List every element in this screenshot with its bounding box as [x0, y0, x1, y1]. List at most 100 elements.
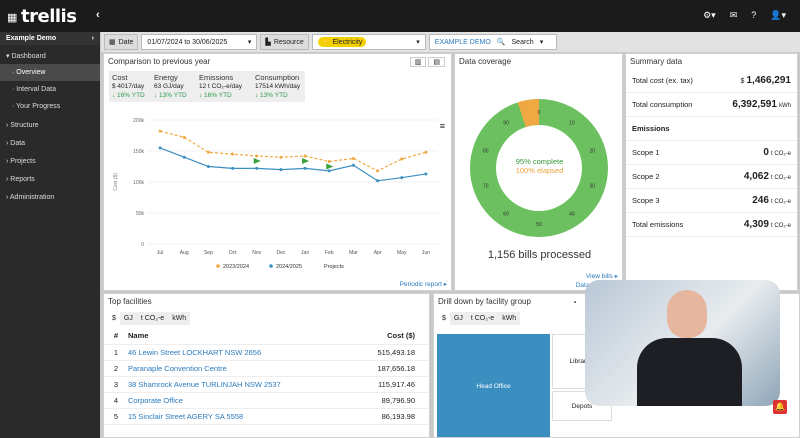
table-row: 5 15 Sinclair Street AGERY SA 5558 86,193.… — [104, 408, 429, 425]
sidebar-item-projects[interactable]: › Projects — [0, 151, 100, 169]
user-icon[interactable]: 👤▾ — [770, 10, 786, 21]
notification-bell-icon[interactable]: 🔔 — [773, 400, 787, 414]
x-tick-label: Feb — [325, 250, 334, 256]
chevron-down-icon: ▾ — [539, 39, 544, 46]
sidebar-item-dashboard[interactable]: ▾ Dashboard — [0, 45, 100, 64]
lightning-icon: ⚡ — [321, 39, 331, 46]
legend-marker — [216, 264, 220, 268]
data-point — [255, 154, 259, 158]
resource-select[interactable]: ⚡ Electricity ▾ — [311, 34, 426, 50]
sidebar-item-overview[interactable]: · Overview — [0, 64, 100, 81]
demo-search[interactable]: EXAMPLE DEMO 🔍 Search ▾ — [428, 34, 557, 50]
x-tick-label: Nov — [252, 250, 261, 256]
data-point — [303, 154, 307, 158]
data-point — [158, 129, 162, 133]
settings-icon[interactable]: ⚙▾ — [703, 10, 716, 21]
view-bills-link[interactable]: View bills ▸ — [586, 272, 618, 280]
x-tick-label: Jan — [301, 250, 309, 256]
tab-dollar[interactable]: $ — [108, 312, 120, 325]
data-point — [182, 155, 186, 159]
col-index: # — [104, 328, 128, 345]
emissions-row-scope1: Scope 10 t CO₂-e — [626, 141, 797, 165]
facilities-unit-tabs: $ GJ t CO₂-e kWh — [108, 312, 425, 325]
chart-view-icon[interactable]: ▥ — [409, 57, 427, 67]
treemap-head-office[interactable]: Head Office — [437, 334, 550, 437]
tab-kwh[interactable]: kWh — [498, 312, 521, 325]
chevron-down-icon: ▾ — [247, 39, 252, 46]
data-point — [158, 146, 162, 150]
data-point — [424, 150, 428, 154]
filter-bar: ▦ Date 01/07/2024 to 30/06/2025 ▾ ▙ Resourc… — [101, 32, 800, 52]
top-bar: ▦ trellis ‹ ⚙▾ ✉ ? 👤▾ — [0, 0, 800, 32]
metric-energy[interactable]: Energy 63 GJ/day ↓ 13% YTD — [151, 71, 196, 102]
app-logo[interactable]: trellis — [21, 6, 77, 27]
data-point — [327, 169, 331, 173]
emissions-row-scope2: Scope 2 4,062 t CO₂-e — [626, 165, 797, 189]
donut-tick-label: 0 — [538, 110, 541, 116]
tab-gj[interactable]: GJ — [449, 312, 467, 325]
presenter-body — [637, 338, 742, 406]
summary-row-cost: Total cost (ex. tax) $ 1,466,291 — [626, 69, 797, 93]
calendar-icon: ▦ — [109, 39, 116, 46]
y-tick-label: 150k — [133, 149, 144, 155]
data-point — [400, 157, 404, 161]
data-point — [400, 176, 404, 180]
tab-tco2e[interactable]: t CO₂-e — [136, 312, 169, 325]
tab-gj[interactable]: GJ — [119, 312, 137, 325]
series-line-2024-2025 — [159, 147, 427, 182]
chevron-down-icon: ▾ — [416, 39, 420, 46]
account-selector[interactable]: Example Demo › — [0, 32, 100, 45]
x-tick-label: Jul — [157, 250, 163, 256]
comparison-card: Comparison to previous year ▥ ▤ Cost $ 40… — [103, 53, 452, 291]
coverage-card: Data coverage 0 10 20 30 40 50 60 70 80 90 95% co… — [454, 53, 623, 291]
coverage-title: Data coverage — [459, 57, 512, 66]
data-point — [351, 163, 355, 167]
x-tick-label: Sep — [204, 250, 213, 256]
sidebar-item-data[interactable]: › Data — [0, 133, 100, 151]
search-icon: 🔍 — [496, 39, 506, 46]
chart-menu-icon[interactable]: ≡ — [440, 121, 445, 131]
donut-tick-label: 90 — [503, 121, 509, 127]
table-row: 3 38 Shamrock Avenue TURLINJAH NSW 2537 11… — [104, 376, 429, 393]
sidebar-item-reports[interactable]: › Reports — [0, 169, 100, 187]
metric-consumption[interactable]: Consumption 17514 kWh/day ↓ 13% YTD — [252, 71, 305, 102]
help-icon[interactable]: ? — [751, 10, 756, 21]
tab-tco2e[interactable]: t CO₂-e — [466, 312, 499, 325]
comparison-line-chart: 0 50k 100k 150k 200k Cost ($) Jul Aug Sep Oct Nov D… — [113, 118, 438, 270]
tab-dollar[interactable]: $ — [438, 312, 450, 325]
sidebar-item-structure[interactable]: › Structure — [0, 115, 100, 133]
table-view-icon[interactable]: ▤ — [428, 57, 445, 67]
donut-tick-label: 10 — [569, 121, 575, 127]
sidebar-item-administration[interactable]: › Administration — [0, 187, 100, 205]
x-tick-label: Jun — [422, 250, 430, 256]
mail-icon[interactable]: ✉ — [730, 10, 738, 21]
apps-grid-icon[interactable]: ▦ — [7, 11, 17, 24]
col-cost: Cost ($) — [349, 328, 429, 345]
metric-emissions[interactable]: Emissions 12 t CO₂-e/day ↓ 16% YTD — [196, 71, 252, 102]
donut-tick-label: 30 — [589, 183, 595, 189]
legend-label: 2023/2024 — [223, 264, 249, 270]
sidebar-item-interval-data[interactable]: · Interval Data — [0, 81, 100, 98]
coverage-elapsed: 100% elapsed — [515, 166, 564, 175]
project-marker — [253, 157, 261, 164]
metric-cost[interactable]: Cost $ 4017/day ↓ 16% YTD — [109, 71, 151, 102]
sidebar-item-your-progress[interactable]: · Your Progress — [0, 98, 100, 115]
emissions-row-scope3: Scope 3 246 t CO₂-e — [626, 189, 797, 213]
data-point — [327, 160, 331, 164]
bills-processed: 1,156 bills processed — [487, 249, 592, 261]
donut-tick-label: 20 — [589, 149, 595, 155]
collapse-sidebar-icon[interactable]: ‹ — [96, 9, 100, 21]
data-point — [231, 152, 235, 156]
data-point — [351, 156, 355, 160]
date-filter-label: ▦ Date — [104, 34, 139, 50]
data-point — [231, 166, 235, 170]
emissions-heading: Emissions — [626, 117, 797, 141]
tab-kwh[interactable]: kWh — [168, 312, 191, 325]
periodic-report-link[interactable]: Periodic report ▸ — [400, 280, 447, 288]
pie-toggle-icon[interactable]: ◔ — [572, 298, 577, 307]
table-row: 4 Corporate Office 89,796.90 — [104, 392, 429, 409]
project-marker — [302, 157, 310, 164]
data-point — [279, 155, 283, 159]
date-range-select[interactable]: 01/07/2024 to 30/06/2025 ▾ — [141, 34, 258, 50]
data-point — [424, 172, 428, 176]
